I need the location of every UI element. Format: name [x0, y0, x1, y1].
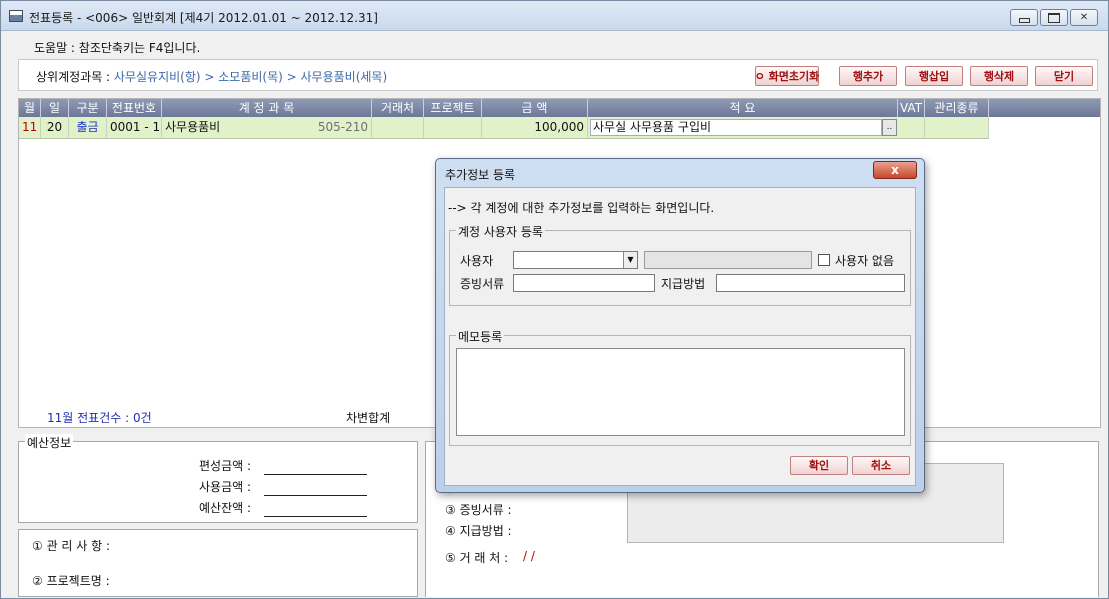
- cell-voucher-no[interactable]: 0001 - 1: [107, 117, 162, 138]
- budget-planned-value: [264, 474, 367, 475]
- no-user-checkbox[interactable]: [818, 254, 830, 266]
- reset-screen-button[interactable]: ㅇ 화면초기화: [755, 66, 819, 86]
- voucher-count: 11월 전표건수 : 0건: [47, 411, 152, 425]
- budget-remaining-value: [264, 516, 367, 517]
- user-select[interactable]: ▼: [513, 251, 638, 269]
- breadcrumb-path: 사무실유지비(항) > 소모품비(목) > 사무용품비(세목): [113, 70, 388, 84]
- dialog-body: --> 각 계정에 대한 추가정보를 입력하는 화면입니다. 계정 사용자 등록…: [444, 187, 916, 495]
- close-button[interactable]: 닫기: [1035, 66, 1093, 86]
- spacer: [449, 493, 451, 495]
- evidence-label: 증빙서류: [460, 277, 505, 291]
- voucher-window: 전표등록 - <006> 일반회계 [제4기 2012.01.01 ~ 2012…: [0, 0, 1109, 599]
- cell-amount[interactable]: 100,000: [482, 117, 588, 138]
- cell-type[interactable]: 출금: [69, 117, 107, 138]
- col-voucher-no[interactable]: 전표번호: [107, 99, 162, 117]
- project-name-label: ② 프로젝트명 :: [32, 574, 110, 588]
- payment-info-label: ④ 지급방법 :: [445, 524, 512, 538]
- col-month[interactable]: 월: [19, 99, 41, 117]
- cell-month[interactable]: 11: [19, 117, 41, 138]
- col-amount[interactable]: 금 액: [482, 99, 588, 117]
- delete-row-button[interactable]: 행삭제: [970, 66, 1028, 86]
- add-row-button[interactable]: 행추가: [839, 66, 897, 86]
- cancel-button[interactable]: 취소: [852, 456, 910, 475]
- memo-textarea[interactable]: [456, 348, 905, 436]
- close-icon: x: [891, 163, 899, 177]
- cell-mgmt-type[interactable]: [925, 117, 989, 138]
- debit-total-label: 차변합계: [346, 411, 391, 425]
- help-text: 도움말 : 참조단축키는 F4입니다.: [34, 41, 201, 55]
- payment-label: 지급방법: [661, 277, 706, 291]
- col-day[interactable]: 일: [41, 99, 69, 117]
- col-vat[interactable]: VAT: [898, 99, 925, 117]
- grid-header: 월 일 구분 전표번호 계 정 과 목 거래처 프로젝트 금 액 적 요 VAT…: [19, 99, 1100, 117]
- minimize-icon: [1011, 10, 1037, 25]
- window-icon: [9, 10, 23, 22]
- dialog-title: 추가정보 등록: [445, 168, 516, 182]
- parent-account-bar: 상위계정과목 : 사무실유지비(항) > 소모품비(목) > 사무용품비(세목)…: [18, 59, 1098, 91]
- dialog-description: --> 각 계정에 대한 추가정보를 입력하는 화면입니다.: [448, 201, 715, 215]
- budget-panel: 예산정보 편성금액 : 사용금액 : 예산잔액 :: [18, 434, 418, 523]
- management-panel: ① 관 리 사 항 : ② 프로젝트명 :: [18, 529, 418, 597]
- maximize-button[interactable]: [1040, 9, 1068, 26]
- memo-group: 메모등록: [449, 328, 911, 446]
- col-memo[interactable]: 적 요: [588, 99, 898, 117]
- memo-input-text: 사무실 사무용품 구입비: [593, 120, 712, 134]
- col-client[interactable]: 거래처: [372, 99, 424, 117]
- management-item-label: ① 관 리 사 항 :: [32, 539, 111, 553]
- col-mgmt-type[interactable]: 관리종류: [925, 99, 989, 117]
- memo-lookup-button[interactable]: ..: [882, 119, 897, 136]
- dialog-close-button[interactable]: x: [873, 161, 917, 179]
- col-account[interactable]: 계 정 과 목: [162, 99, 372, 117]
- budget-used-label: 사용금액 :: [199, 480, 252, 494]
- evidence-info-label: ③ 증빙서류 :: [445, 503, 512, 517]
- user-register-legend: 계정 사용자 등록: [456, 223, 545, 240]
- budget-legend: 예산정보: [25, 434, 74, 451]
- payment-field[interactable]: [716, 274, 905, 292]
- cell-vat[interactable]: [898, 117, 925, 138]
- user-register-group: 계정 사용자 등록 사용자 ▼ 사용자 없음 증빙서류 지급방법: [449, 223, 911, 306]
- user-name-field: [644, 251, 812, 269]
- client-info-label: ⑤ 거 래 처 :: [445, 551, 509, 565]
- window-title: 전표등록 - <006> 일반회계 [제4기 2012.01.01 ~ 2012…: [29, 11, 378, 25]
- title-bar: 전표등록 - <006> 일반회계 [제4기 2012.01.01 ~ 2012…: [1, 1, 1108, 31]
- evidence-field[interactable]: [513, 274, 655, 292]
- window-controls: ✕: [1010, 9, 1098, 26]
- budget-planned-label: 편성금액 :: [199, 459, 252, 473]
- client-info-value: / /: [523, 549, 535, 563]
- cell-client[interactable]: [372, 117, 424, 138]
- close-icon: ✕: [1079, 12, 1089, 23]
- user-label: 사용자: [460, 254, 494, 268]
- breadcrumb-label: 상위계정과목 :: [36, 70, 114, 84]
- memo-legend: 메모등록: [456, 328, 505, 345]
- cell-account[interactable]: 사무용품비: [162, 117, 292, 138]
- budget-used-value: [264, 495, 367, 496]
- ok-button[interactable]: 확인: [790, 456, 848, 475]
- budget-remaining-label: 예산잔액 :: [199, 501, 252, 515]
- additional-info-dialog: 추가정보 등록 x --> 각 계정에 대한 추가정보를 입력하는 화면입니다.…: [435, 158, 925, 495]
- close-window-button[interactable]: ✕: [1070, 9, 1098, 26]
- no-user-label: 사용자 없음: [835, 254, 895, 268]
- memo-input[interactable]: 사무실 사무용품 구입비: [590, 119, 882, 136]
- cell-day[interactable]: 20: [41, 117, 69, 138]
- breadcrumb: 상위계정과목 : 사무실유지비(항) > 소모품비(목) > 사무용품비(세목): [36, 68, 387, 85]
- chevron-down-icon[interactable]: ▼: [623, 252, 637, 268]
- insert-row-button[interactable]: 행삽입: [905, 66, 963, 86]
- col-project[interactable]: 프로젝트: [424, 99, 482, 117]
- maximize-icon: [1041, 10, 1067, 25]
- col-type[interactable]: 구분: [69, 99, 107, 117]
- cell-account-code: 505-210: [292, 117, 372, 138]
- table-row[interactable]: 11 20 출금 0001 - 1 사무용품비 505-210 100,000 …: [19, 117, 989, 139]
- minimize-button[interactable]: [1010, 9, 1038, 26]
- cell-project[interactable]: [424, 117, 482, 138]
